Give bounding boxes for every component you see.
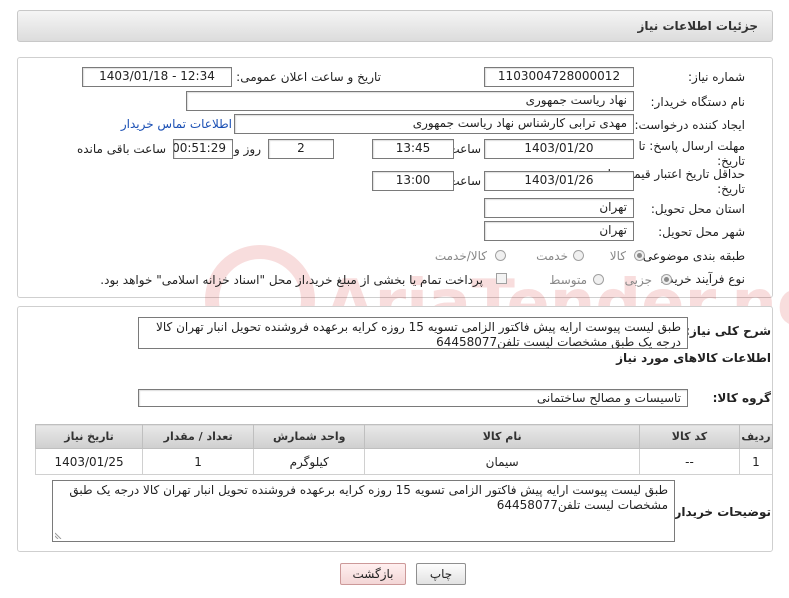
process-minor-radio[interactable] [661, 274, 672, 285]
buyer-org-label: نام دستگاه خریدار: [650, 95, 746, 109]
process-medium-radio[interactable] [593, 274, 604, 285]
deadline-date-field[interactable]: 1403/01/20 [484, 139, 634, 159]
resize-handle-icon[interactable] [55, 531, 63, 539]
goods-group-label: گروه کالا: [712, 391, 771, 405]
creator-field[interactable]: مهدی ترابی کارشناس نهاد ریاست جمهوری [234, 114, 634, 134]
remaining-time-label: ساعت باقی مانده [76, 142, 166, 156]
category-goods-radio[interactable] [634, 250, 645, 261]
col-row: ردیف [738, 424, 774, 449]
need-number-field[interactable]: 1103004728000012 [484, 67, 634, 87]
announce-label: تاریخ و ساعت اعلان عمومی: [236, 70, 381, 84]
price-validity-date-field[interactable]: 1403/01/26 [484, 171, 634, 191]
buyer-notes-text: طبق لیست پیوست ارایه پیش فاکتور الزامی ت… [69, 483, 668, 512]
announce-field[interactable]: 1403/01/18 - 12:34 [82, 67, 232, 87]
deadline-time-field[interactable]: 13:45 [372, 139, 454, 159]
treasury-checkbox[interactable] [496, 273, 507, 284]
cell-quantity: 1 [142, 448, 255, 475]
buyer-notes-field[interactable]: طبق لیست پیوست ارایه پیش فاکتور الزامی ت… [52, 480, 675, 542]
deadline-label: مهلت ارسال پاسخ: تا [638, 139, 745, 153]
creator-label: ایجاد کننده درخواست: [634, 118, 745, 132]
process-medium-label: متوسط [549, 273, 587, 287]
col-name: نام کالا [364, 424, 641, 449]
print-button[interactable]: چاپ [416, 563, 466, 585]
process-minor-label: جزیی [624, 273, 652, 287]
day-and-label: روز و [234, 142, 261, 156]
remaining-time-field[interactable]: 00:51:29 [173, 139, 233, 159]
goods-table: ردیف کد کالا نام کالا واحد شمارش تعداد /… [34, 424, 774, 475]
back-button[interactable]: بازگشت [340, 563, 406, 585]
cell-code: -- [639, 448, 740, 475]
goods-table-header: ردیف کد کالا نام کالا واحد شمارش تعداد /… [34, 424, 774, 449]
buyer-org-field[interactable]: نهاد ریاست جمهوری [186, 91, 634, 111]
category-service-radio[interactable] [573, 250, 584, 261]
goods-group-field[interactable]: تاسیسات و مصالح ساختمانی [138, 389, 688, 407]
cell-name: سیمان [364, 448, 641, 475]
city-field[interactable]: تهران [484, 221, 634, 241]
cell-unit: کیلوگرم [253, 448, 366, 475]
need-number-label: شماره نیاز: [688, 70, 745, 84]
category-goods-service-label: کالا/خدمت [434, 249, 487, 263]
province-field[interactable]: تهران [484, 198, 634, 218]
col-code: کد کالا [639, 424, 740, 449]
process-type-label: نوع فرآیند خرید : [660, 272, 745, 286]
category-goods-service-radio[interactable] [495, 250, 506, 261]
cell-need-date: 1403/01/25 [34, 448, 144, 475]
description-field[interactable]: طبق لیست پیوست ارایه پیش فاکتور الزامی ت… [138, 317, 688, 349]
description-label: شرح کلی نیاز: [685, 324, 771, 338]
col-unit: واحد شمارش [253, 424, 366, 449]
goods-info-title: اطلاعات کالاهای مورد نیاز [616, 351, 771, 365]
category-goods-label: کالا [609, 249, 626, 263]
deadline-date-label: تاریخ: [717, 154, 745, 168]
col-need-date: تاریخ نیاز [34, 424, 144, 449]
city-label: شهر محل تحویل: [658, 225, 745, 239]
col-quantity: تعداد / مقدار [142, 424, 255, 449]
category-label: طبقه بندی موضوعی: [638, 249, 745, 263]
days-remaining-field[interactable]: 2 [268, 139, 334, 159]
cell-row: 1 [738, 448, 774, 475]
page-header: جزئیات اطلاعات نیاز [17, 10, 773, 42]
treasury-text: پرداخت تمام یا بخشی از مبلغ خرید،از محل … [100, 273, 483, 287]
buyer-notes-label: توضیحات خریدار: [669, 505, 771, 519]
description-text: طبق لیست پیوست ارایه پیش فاکتور الزامی ت… [156, 320, 681, 349]
category-service-label: خدمت [536, 249, 568, 263]
table-row[interactable]: 1 -- سیمان کیلوگرم 1 1403/01/25 [34, 448, 774, 475]
price-validity-date-label: تاریخ: [717, 182, 745, 196]
buyer-contact-link[interactable]: اطلاعات تماس خریدار [121, 117, 232, 131]
page-title: جزئیات اطلاعات نیاز [637, 19, 758, 33]
price-validity-time-field[interactable]: 13:00 [372, 171, 454, 191]
province-label: استان محل تحویل: [650, 202, 745, 216]
